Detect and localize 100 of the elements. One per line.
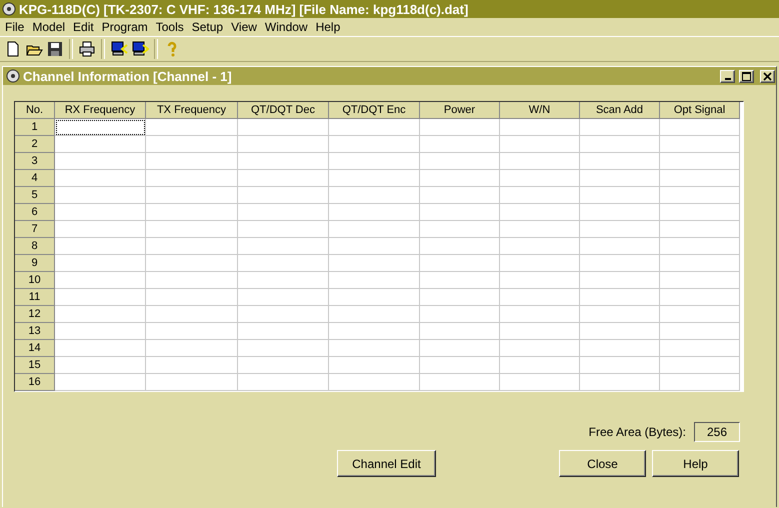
table-cell[interactable] (146, 306, 238, 323)
table-cell[interactable] (580, 238, 660, 255)
table-cell[interactable] (420, 340, 500, 357)
table-cell[interactable] (329, 170, 420, 187)
table-cell[interactable] (55, 238, 146, 255)
computer-arrow-icon[interactable] (110, 40, 128, 58)
table-cell[interactable] (660, 357, 740, 374)
menu-item[interactable]: Help (312, 20, 344, 34)
computer-arrow-icon[interactable] (131, 40, 149, 58)
table-cell[interactable] (580, 357, 660, 374)
menu-item[interactable]: View (227, 20, 261, 34)
table-cell[interactable] (55, 119, 146, 136)
table-cell[interactable] (238, 272, 329, 289)
table-cell[interactable] (580, 153, 660, 170)
menu-item[interactable]: Model (28, 20, 70, 34)
table-cell[interactable] (420, 272, 500, 289)
table-cell[interactable] (660, 272, 740, 289)
table-cell[interactable] (500, 323, 580, 340)
table-cell[interactable] (580, 289, 660, 306)
table-cell[interactable] (238, 357, 329, 374)
table-cell[interactable] (146, 187, 238, 204)
table-cell[interactable] (238, 119, 329, 136)
table-cell[interactable] (500, 170, 580, 187)
table-cell[interactable] (329, 204, 420, 221)
table-cell[interactable] (329, 306, 420, 323)
table-cell[interactable] (329, 340, 420, 357)
table-cell[interactable] (580, 306, 660, 323)
table-cell[interactable] (660, 374, 740, 391)
table-cell[interactable] (660, 306, 740, 323)
table-cell[interactable] (55, 323, 146, 340)
table-cell[interactable] (420, 187, 500, 204)
table-cell[interactable] (580, 187, 660, 204)
table-cell[interactable] (500, 119, 580, 136)
table-cell[interactable] (238, 255, 329, 272)
table-cell[interactable] (146, 357, 238, 374)
table-cell[interactable] (660, 238, 740, 255)
table-cell[interactable] (55, 255, 146, 272)
table-cell[interactable] (55, 272, 146, 289)
table-cell[interactable] (500, 289, 580, 306)
table-cell[interactable] (660, 340, 740, 357)
table-cell[interactable] (146, 221, 238, 238)
table-cell[interactable] (329, 238, 420, 255)
table-cell[interactable] (500, 187, 580, 204)
table-cell[interactable] (146, 153, 238, 170)
table-cell[interactable] (580, 221, 660, 238)
table-cell[interactable] (329, 323, 420, 340)
table-cell[interactable] (420, 136, 500, 153)
printer-icon[interactable] (78, 40, 96, 58)
table-cell[interactable] (146, 323, 238, 340)
table-cell[interactable] (329, 153, 420, 170)
table-cell[interactable] (580, 340, 660, 357)
menu-item[interactable]: Program (98, 20, 152, 34)
table-cell[interactable] (238, 323, 329, 340)
table-cell[interactable] (500, 221, 580, 238)
table-cell[interactable] (238, 374, 329, 391)
table-cell[interactable] (580, 323, 660, 340)
table-cell[interactable] (500, 272, 580, 289)
table-cell[interactable] (580, 204, 660, 221)
table-cell[interactable] (55, 136, 146, 153)
close-button[interactable] (760, 70, 775, 82)
table-cell[interactable] (660, 289, 740, 306)
table-cell[interactable] (238, 153, 329, 170)
maximize-button[interactable] (739, 70, 754, 82)
table-cell[interactable] (580, 170, 660, 187)
table-cell[interactable] (420, 221, 500, 238)
table-cell[interactable] (55, 170, 146, 187)
table-cell[interactable] (500, 153, 580, 170)
table-cell[interactable] (329, 136, 420, 153)
table-cell[interactable] (146, 238, 238, 255)
table-cell[interactable] (660, 204, 740, 221)
channel-edit-button[interactable]: Channel Edit (337, 450, 436, 477)
table-cell[interactable] (420, 153, 500, 170)
table-cell[interactable] (146, 255, 238, 272)
table-cell[interactable] (329, 289, 420, 306)
menu-item[interactable]: Tools (152, 20, 188, 34)
table-cell[interactable] (146, 340, 238, 357)
table-cell[interactable] (420, 357, 500, 374)
table-cell[interactable] (238, 170, 329, 187)
table-cell[interactable] (55, 187, 146, 204)
table-cell[interactable] (500, 374, 580, 391)
table-cell[interactable] (55, 340, 146, 357)
table-cell[interactable] (420, 255, 500, 272)
table-cell[interactable] (329, 255, 420, 272)
table-cell[interactable] (55, 221, 146, 238)
minimize-button[interactable] (720, 70, 735, 82)
table-cell[interactable] (146, 374, 238, 391)
table-cell[interactable] (420, 204, 500, 221)
table-cell[interactable] (329, 221, 420, 238)
table-cell[interactable] (238, 238, 329, 255)
table-cell[interactable] (146, 170, 238, 187)
table-cell[interactable] (329, 187, 420, 204)
help-button[interactable]: Help (652, 450, 739, 477)
table-cell[interactable] (238, 306, 329, 323)
table-cell[interactable] (146, 136, 238, 153)
table-cell[interactable] (500, 204, 580, 221)
table-cell[interactable] (420, 119, 500, 136)
table-cell[interactable] (146, 272, 238, 289)
table-cell[interactable] (55, 289, 146, 306)
table-cell[interactable] (329, 119, 420, 136)
menu-item[interactable]: Window (260, 20, 312, 34)
